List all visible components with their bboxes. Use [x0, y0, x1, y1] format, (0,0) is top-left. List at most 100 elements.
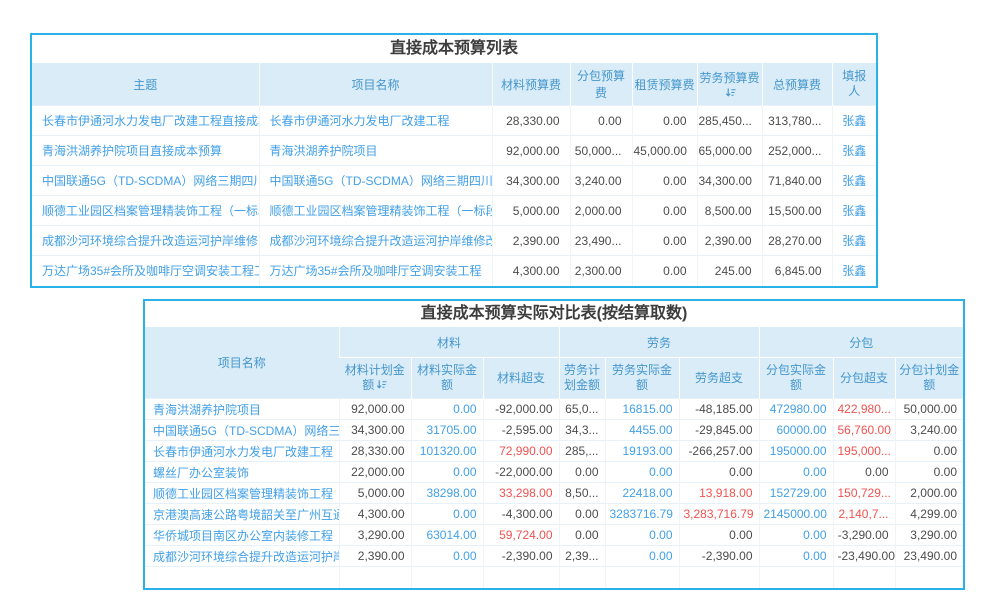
project-cell[interactable]: 成都沙河环境综合提升改造运河护岸维修改造 — [145, 546, 339, 567]
col-header-subcontract-plan: 分包计划金额 — [895, 358, 963, 399]
material-budget-cell: 4,300.00 — [492, 256, 570, 286]
labor-plan-cell: 0.00 — [559, 525, 605, 546]
subcontract-budget-cell: 3,240.00 — [570, 166, 632, 196]
labor-actual-cell[interactable]: 19193.00 — [605, 441, 679, 462]
material-actual-cell[interactable]: 0.00 — [411, 546, 483, 567]
subcontract-over-cell: 422,980... — [833, 399, 895, 420]
project-cell[interactable]: 成都沙河环境综合提升改造运河护岸维修改造 — [259, 226, 492, 256]
material-budget-cell: 2,390.00 — [492, 226, 570, 256]
reporter-cell[interactable]: 张鑫 — [832, 226, 876, 256]
subject-cell[interactable]: 顺德工业园区档案管理精装饰工程（一标段... — [32, 196, 259, 226]
material-over-cell: -2,390.00 — [483, 546, 559, 567]
project-cell[interactable]: 青海洪湖养护院项目 — [259, 136, 492, 166]
reporter-cell[interactable]: 张鑫 — [832, 136, 876, 166]
col-header-labor-over: 劳务超支 — [679, 358, 759, 399]
subcontract-actual-cell[interactable]: 0.00 — [759, 525, 833, 546]
material-actual-cell[interactable]: 31705.00 — [411, 420, 483, 441]
subcontract-actual-cell[interactable]: 152729.00 — [759, 483, 833, 504]
subcontract-budget-cell: 0.00 — [570, 106, 632, 136]
subcontract-plan-cell: 0.00 — [895, 441, 963, 462]
project-cell[interactable]: 万达广场35#会所及咖啡厅空调安装工程 — [259, 256, 492, 286]
project-cell[interactable]: 顺德工业园区档案管理精装饰工程（一标段） — [259, 196, 492, 226]
material-actual-cell[interactable]: 0.00 — [411, 504, 483, 525]
labor-actual-cell[interactable]: 0.00 — [605, 525, 679, 546]
project-cell[interactable]: 螺丝厂办公室装饰 — [145, 462, 339, 483]
material-over-cell: -4,300.00 — [483, 504, 559, 525]
subcontract-budget-cell: 2,300.00 — [570, 256, 632, 286]
col-header-project: 项目名称 — [259, 63, 492, 106]
project-cell[interactable]: 华侨城项目南区办公室内装修工程 — [145, 525, 339, 546]
project-cell[interactable]: 顺德工业园区档案管理精装饰工程（一标段） — [145, 483, 339, 504]
material-actual-cell[interactable]: 63014.00 — [411, 525, 483, 546]
col-header-material-budget: 材料预算费 — [492, 63, 570, 106]
subcontract-actual-cell[interactable]: 472980.00 — [759, 399, 833, 420]
labor-actual-cell[interactable]: 16815.00 — [605, 399, 679, 420]
material-actual-cell[interactable]: 0.00 — [411, 462, 483, 483]
labor-plan-cell: 0.00 — [559, 504, 605, 525]
subcontract-over-cell: 195,000... — [833, 441, 895, 462]
subcontract-actual-cell[interactable]: 0.00 — [759, 462, 833, 483]
col-header-subcontract-actual: 分包实际金额 — [759, 358, 833, 399]
material-actual-cell[interactable]: 0.00 — [411, 399, 483, 420]
col-header-subcontract-budget: 分包预算费 — [570, 63, 632, 106]
subcontract-plan-cell: 23,490.00 — [895, 546, 963, 567]
group-header-subcontract: 分包 — [759, 327, 963, 358]
labor-actual-cell[interactable]: 0.00 — [605, 546, 679, 567]
material-budget-cell: 5,000.00 — [492, 196, 570, 226]
subject-cell[interactable]: 成都沙河环境综合提升改造运河护岸维修改... — [32, 226, 259, 256]
reporter-cell[interactable]: 张鑫 — [832, 166, 876, 196]
material-plan-cell: 5,000.00 — [339, 483, 411, 504]
subject-cell[interactable]: 青海洪湖养护院项目直接成本预算 — [32, 136, 259, 166]
labor-actual-cell[interactable]: 4455.00 — [605, 420, 679, 441]
labor-plan-cell: 65,0... — [559, 399, 605, 420]
table-row: 成都沙河环境综合提升改造运河护岸维修改造 2,390.00 0.00 -2,39… — [145, 546, 963, 567]
lease-budget-cell: 0.00 — [632, 196, 697, 226]
material-plan-cell: 92,000.00 — [339, 399, 411, 420]
subcontract-budget-cell: 23,490... — [570, 226, 632, 256]
reporter-cell[interactable]: 张鑫 — [832, 106, 876, 136]
subcontract-budget-cell: 50,000... — [570, 136, 632, 166]
material-budget-cell: 28,330.00 — [492, 106, 570, 136]
subcontract-plan-cell: 3,290.00 — [895, 525, 963, 546]
material-plan-cell: 22,000.00 — [339, 462, 411, 483]
project-cell[interactable]: 京港澳高速公路粤境韶关至广州互通路面改造中 — [145, 504, 339, 525]
budget-list-title: 直接成本预算列表 — [32, 35, 876, 63]
labor-budget-cell: 8,500.00 — [697, 196, 762, 226]
project-cell[interactable]: 长春市伊通河水力发电厂改建工程 — [259, 106, 492, 136]
material-actual-cell[interactable]: 38298.00 — [411, 483, 483, 504]
col-header-material-plan[interactable]: 材料计划金额 — [339, 358, 411, 399]
project-cell[interactable]: 长春市伊通河水力发电厂改建工程 — [145, 441, 339, 462]
subject-cell[interactable]: 长春市伊通河水力发电厂改建工程直接成本... — [32, 106, 259, 136]
subcontract-actual-cell[interactable]: 2145000.00 — [759, 504, 833, 525]
subcontract-actual-cell[interactable]: 0.00 — [759, 546, 833, 567]
subcontract-actual-cell[interactable]: 195000.00 — [759, 441, 833, 462]
table-row: 中国联通5G（TD-SCDMA）网络三期四川工程 34,300.00 31705… — [145, 420, 963, 441]
col-header-total-budget: 总预算费 — [762, 63, 832, 106]
material-over-cell: 59,724.00 — [483, 525, 559, 546]
col-header-lease-budget: 租赁预算费 — [632, 63, 697, 106]
col-header-labor-budget[interactable]: 劳务预算费 — [697, 63, 762, 106]
subject-cell[interactable]: 万达广场35#会所及咖啡厅空调安装工程工... — [32, 256, 259, 286]
labor-actual-cell[interactable]: 22418.00 — [605, 483, 679, 504]
subcontract-over-cell: 150,729... — [833, 483, 895, 504]
budget-header-row: 主题 项目名称 材料预算费 分包预算费 租赁预算费 劳务预算费 总预算费 填报人 — [32, 63, 876, 106]
labor-actual-cell[interactable]: 3283716.79 — [605, 504, 679, 525]
subcontract-plan-cell: 2,000.00 — [895, 483, 963, 504]
total-budget-cell: 15,500.00 — [762, 196, 832, 226]
material-plan-cell: 2,390.00 — [339, 546, 411, 567]
col-header-material-over: 材料超支 — [483, 358, 559, 399]
labor-budget-cell: 65,000.00 — [697, 136, 762, 166]
reporter-cell[interactable]: 张鑫 — [832, 256, 876, 286]
material-actual-cell[interactable]: 101320.00 — [411, 441, 483, 462]
project-cell[interactable]: 中国联通5G（TD-SCDMA）网络三期四川工程 — [259, 166, 492, 196]
project-cell[interactable]: 中国联通5G（TD-SCDMA）网络三期四川工程 — [145, 420, 339, 441]
total-budget-cell: 71,840.00 — [762, 166, 832, 196]
reporter-cell[interactable]: 张鑫 — [832, 196, 876, 226]
material-plan-cell: 34,300.00 — [339, 420, 411, 441]
subcontract-actual-cell[interactable]: 60000.00 — [759, 420, 833, 441]
labor-actual-cell[interactable]: 0.00 — [605, 462, 679, 483]
project-cell[interactable]: 青海洪湖养护院项目 — [145, 399, 339, 420]
subject-cell[interactable]: 中国联通5G（TD-SCDMA）网络三期四川... — [32, 166, 259, 196]
labor-over-cell: 0.00 — [679, 525, 759, 546]
lease-budget-cell: 0.00 — [632, 226, 697, 256]
